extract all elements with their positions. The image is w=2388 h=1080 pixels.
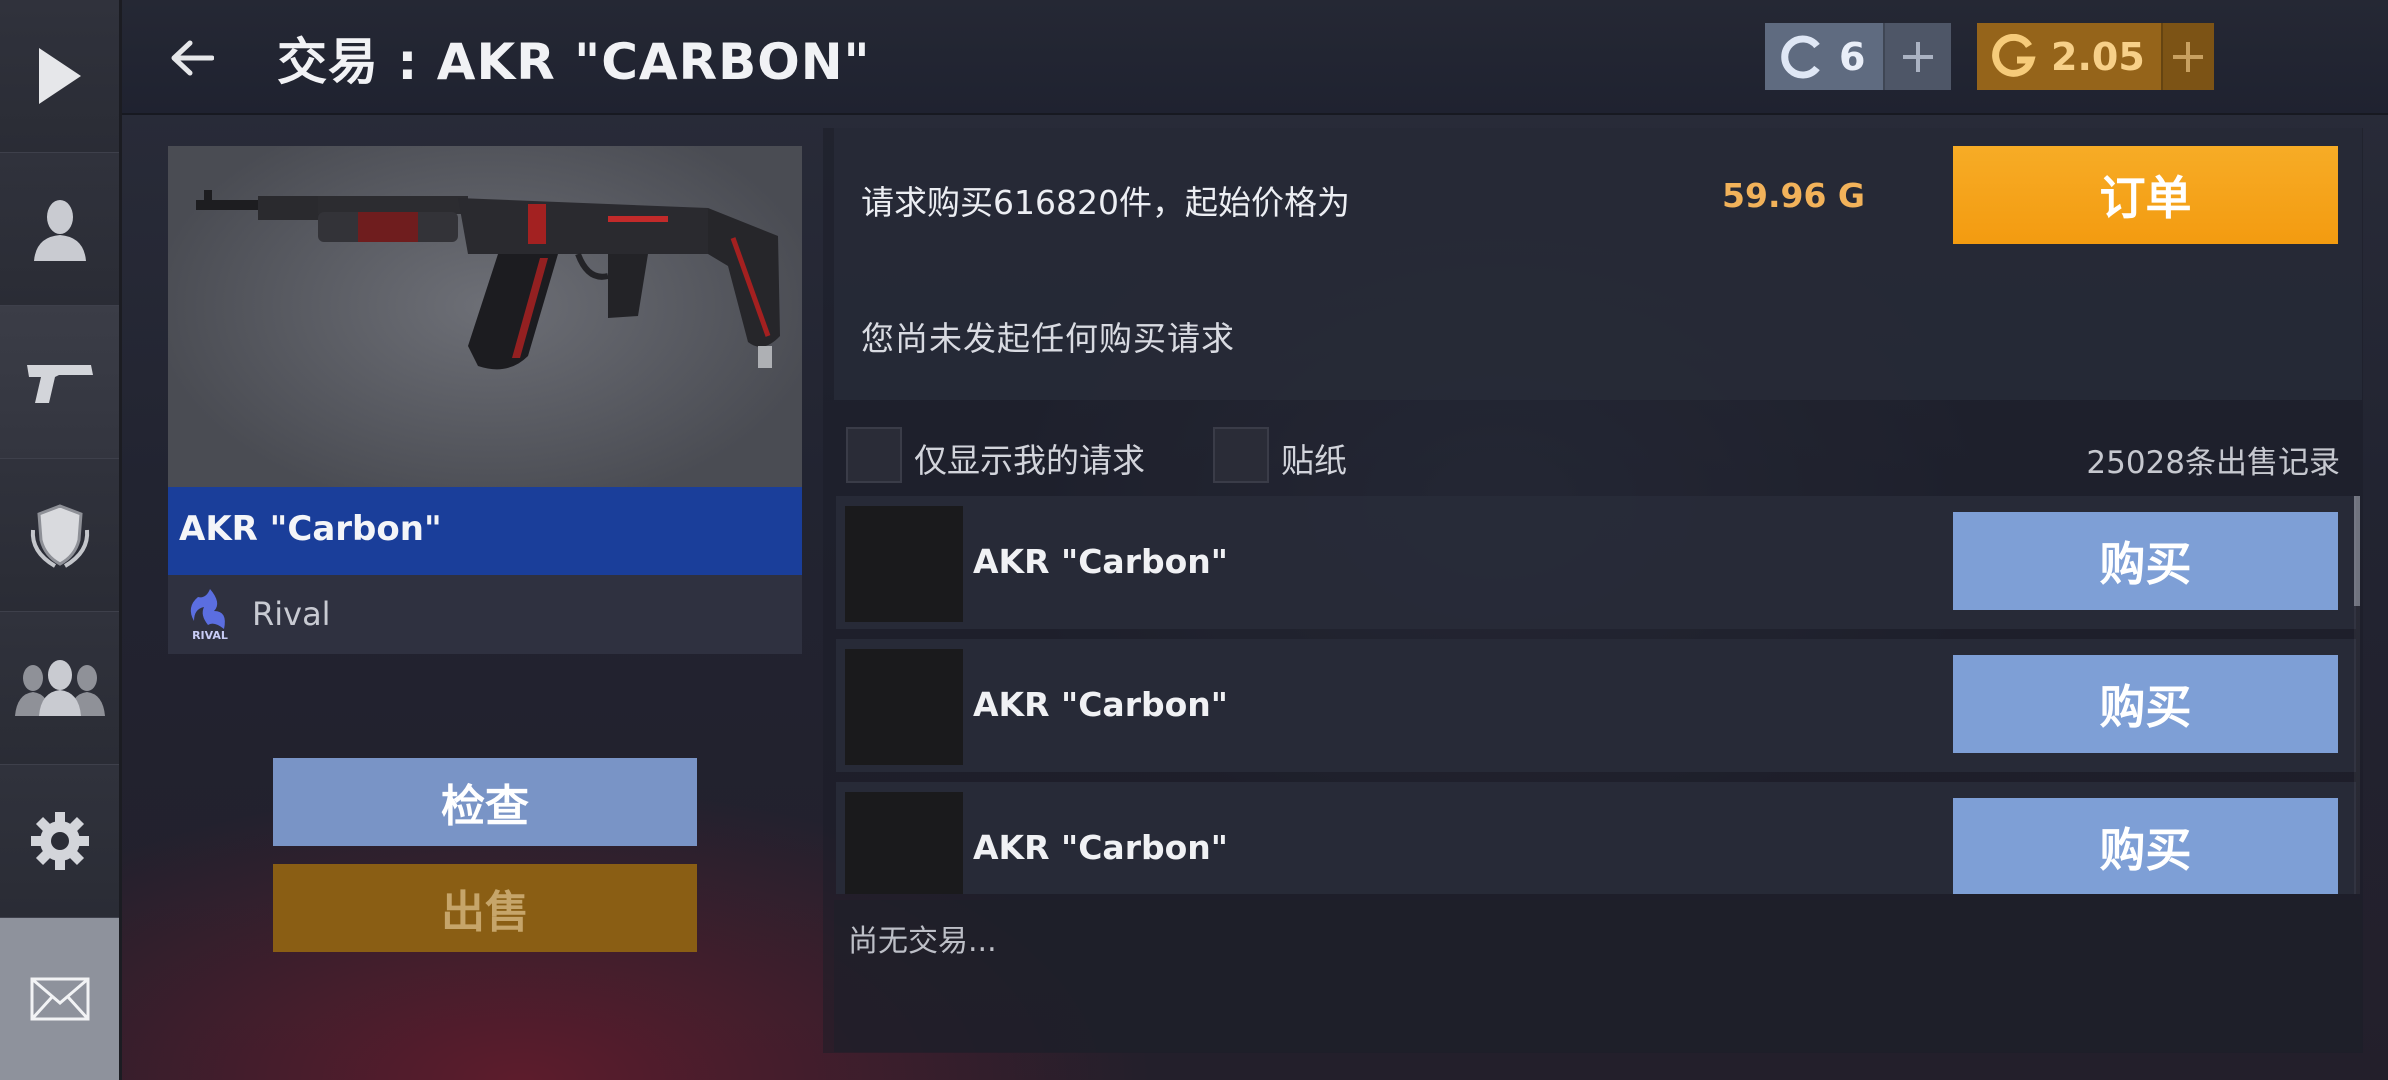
sales-count: 25028条出售记录 — [2086, 445, 2340, 481]
no-buy-requests-text: 您尚未发起任何购买请求 — [861, 319, 1235, 358]
c-currency-add-button[interactable] — [1883, 23, 1951, 90]
listings-scrollbar[interactable] — [2354, 496, 2360, 894]
item-name-bar: AKR "Carbon" — [168, 487, 802, 575]
only-my-requests-checkbox[interactable] — [846, 427, 902, 483]
trade-history-box — [834, 900, 2362, 1052]
pistol-icon — [26, 365, 93, 403]
back-button[interactable] — [162, 28, 222, 88]
listing-thumbnail — [845, 792, 963, 894]
plus-icon — [2173, 41, 2204, 72]
svg-text:RIVAL: RIVAL — [192, 629, 228, 642]
item-image — [168, 146, 802, 487]
back-arrow-icon — [171, 40, 214, 76]
sidebar — [0, 0, 122, 1080]
sidebar-item-weapons[interactable] — [0, 306, 119, 460]
profile-icon — [33, 200, 86, 261]
buy-button[interactable]: 购买 — [1953, 798, 2338, 894]
g-currency-add-button[interactable] — [2160, 23, 2214, 90]
g-currency-widget: 2.05 — [1977, 23, 2214, 90]
listing-row: AKR "Carbon" 68.73 G 购买 — [836, 639, 2356, 772]
g-gold-icon — [1992, 33, 2036, 77]
stickers-label: 贴纸 — [1281, 441, 1347, 480]
sidebar-item-friends[interactable] — [0, 612, 119, 766]
listings-scrollbar-thumb[interactable] — [2354, 496, 2360, 606]
listing-thumbnail — [845, 506, 963, 622]
sidebar-item-profile[interactable] — [0, 153, 119, 307]
sidebar-item-play[interactable] — [0, 0, 119, 154]
no-trades-text: 尚无交易... — [848, 924, 997, 959]
mail-icon — [30, 977, 89, 1021]
plus-icon — [1903, 41, 1933, 72]
inspect-button[interactable]: 检查 — [273, 758, 697, 846]
c-currency-display: 6 — [1765, 23, 1883, 90]
rival-logo-icon: RIVAL — [190, 589, 228, 642]
item-name: AKR "Carbon" — [179, 509, 442, 549]
listing-row: AKR "Carbon" 68.74 G 购买 — [836, 782, 2356, 894]
buy-request-start-price: 59.96 G — [1722, 176, 1865, 215]
sell-button[interactable]: 出售 — [273, 864, 697, 952]
buy-button[interactable]: 购买 — [1953, 512, 2338, 610]
collection-name: Rival — [252, 595, 331, 633]
play-icon — [38, 48, 81, 104]
sidebar-item-mail[interactable] — [0, 918, 119, 1080]
sidebar-item-settings[interactable] — [0, 765, 119, 919]
order-button[interactable]: 订单 — [1953, 146, 2338, 244]
g-currency-display: 2.05 — [1977, 23, 2161, 90]
page-title: 交易 : AKR "CARBON" — [277, 33, 871, 91]
listing-thumbnail — [845, 649, 963, 765]
item-card: AKR "Carbon" RIVAL Rival — [168, 146, 802, 654]
sell-listings[interactable]: AKR "Carbon" 68.73 G 购买 AKR "Carbon" 68.… — [836, 496, 2356, 894]
listing-name: AKR "Carbon" — [973, 828, 1228, 867]
clan-shield-icon — [30, 504, 89, 568]
gear-icon — [30, 812, 89, 870]
g-currency-amount: 2.05 — [2051, 34, 2145, 79]
only-my-requests-label: 仅显示我的请求 — [914, 441, 1145, 480]
c-currency-widget: 6 — [1765, 23, 1951, 90]
collection-row: RIVAL Rival — [168, 575, 802, 654]
c-currency-amount: 6 — [1839, 34, 1866, 79]
rifle-image — [196, 190, 780, 370]
c-coin-icon — [1781, 35, 1820, 78]
buy-request-summary: 请求购买616820件，起始价格为 — [861, 183, 1350, 222]
listing-name: AKR "Carbon" — [973, 685, 1228, 724]
stickers-checkbox[interactable] — [1213, 427, 1269, 483]
sidebar-item-clan[interactable] — [0, 459, 119, 613]
friends-icon — [14, 660, 105, 716]
buy-button[interactable]: 购买 — [1953, 655, 2338, 753]
listing-name: AKR "Carbon" — [973, 542, 1228, 581]
listing-row: AKR "Carbon" 68.73 G 购买 — [836, 496, 2356, 629]
